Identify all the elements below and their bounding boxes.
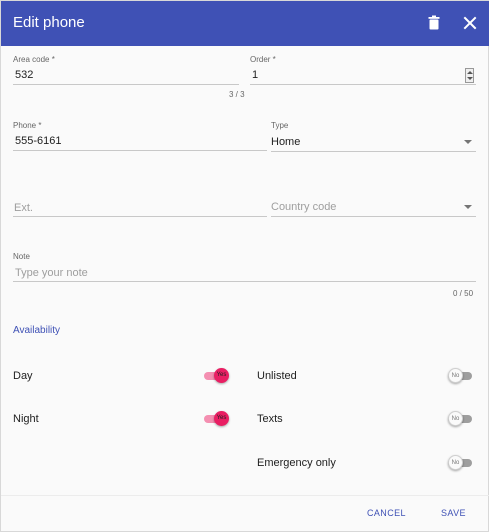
ext-underline [13,216,267,217]
emergency-only-toggle[interactable]: No [448,455,472,471]
phone-underline [13,150,267,151]
area-code-label: Area code * [13,55,55,64]
phone-label: Phone * [13,121,42,130]
stepper-up-icon[interactable] [467,71,473,74]
type-value: Home [271,136,301,148]
ext-placeholder: Ext. [14,202,33,214]
phone-value: 555-6161 [15,135,62,147]
close-icon[interactable] [460,13,480,33]
trash-icon[interactable] [424,13,444,33]
texts-label: Texts [257,413,283,425]
night-toggle[interactable]: Yes [204,411,229,427]
area-code-input[interactable] [13,65,239,85]
type-underline [271,151,476,152]
dialog-header: Edit phone [1,1,489,46]
night-label: Night [13,413,39,425]
note-label: Note [13,252,30,261]
stepper-down-icon[interactable] [467,77,473,80]
area-code-counter: 3 / 3 [229,90,245,99]
ext-input[interactable] [13,197,267,217]
chevron-down-icon [464,140,472,144]
edit-phone-dialog: Edit phone Area code * 532 3 / 3 Order *… [0,0,489,532]
order-value: 1 [252,69,259,81]
order-label: Order * [250,55,276,64]
unlisted-toggle[interactable]: No [448,368,472,384]
toggle-thumb: No [448,455,463,470]
toggle-thumb: No [448,368,463,383]
order-underline [250,84,476,85]
cancel-button[interactable]: CANCEL [367,508,406,518]
note-placeholder: Type your note [15,267,88,279]
country-code-placeholder: Country code [271,201,337,213]
type-label: Type [271,121,289,130]
note-underline [13,281,476,282]
day-label: Day [13,370,33,382]
order-input[interactable] [250,65,462,85]
area-code-value: 532 [15,69,34,81]
save-button[interactable]: SAVE [441,508,466,518]
type-select[interactable] [271,131,476,151]
emergency-only-label: Emergency only [257,457,336,469]
toggle-thumb: Yes [214,368,229,383]
unlisted-label: Unlisted [257,370,297,382]
dialog-title: Edit phone [13,14,85,31]
toggle-thumb: Yes [214,411,229,426]
order-stepper[interactable] [465,68,474,83]
area-code-underline [13,84,239,85]
texts-toggle[interactable]: No [448,411,472,427]
day-toggle[interactable]: Yes [204,368,229,384]
footer-divider [1,495,489,496]
toggle-thumb: No [448,411,463,426]
chevron-down-icon [464,205,472,209]
country-code-underline [271,216,476,217]
note-counter: 0 / 50 [453,289,474,298]
availability-title: Availability [13,325,61,336]
